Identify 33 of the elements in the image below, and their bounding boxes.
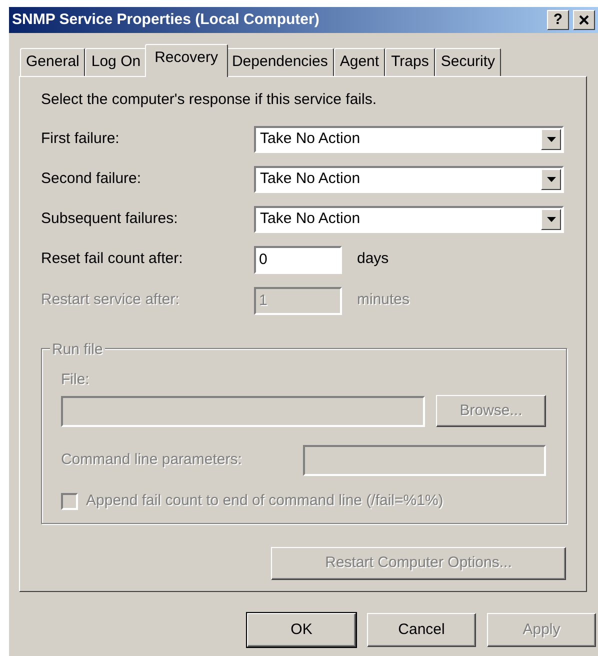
- dropdown[interactable]: Take No Action: [254, 126, 564, 152]
- close-icon: [579, 15, 589, 26]
- dialog-button[interactable]: Cancel: [367, 613, 476, 647]
- parameters-field[interactable]: [303, 445, 546, 476]
- close-button[interactable]: [573, 10, 595, 30]
- field-label: Subsequent failures:: [41, 208, 179, 229]
- dropdown-arrow-icon: [546, 136, 556, 142]
- dropdown-arrow-icon: [546, 216, 556, 222]
- intro-text: Select the computer's response if this service fails.: [41, 90, 378, 110]
- tab[interactable]: Traps: [385, 48, 435, 76]
- checkbox-label: Append fail count to end of command line (/fail=%1%): [86, 491, 444, 511]
- unit-label: minutes: [357, 290, 410, 310]
- tab[interactable]: Log On: [85, 48, 147, 76]
- tab[interactable]: Security: [434, 48, 502, 76]
- dropdown[interactable]: Take No Action: [254, 166, 564, 192]
- dropdown[interactable]: Take No Action: [254, 206, 564, 232]
- number-field[interactable]: 0: [254, 246, 342, 274]
- field-label: First failure:: [41, 128, 120, 149]
- unit-label: days: [357, 249, 389, 270]
- dropdown-arrow-icon: [546, 176, 556, 182]
- window-title: SNMP Service Properties (Local Computer): [12, 10, 320, 30]
- tab[interactable]: Agent: [334, 48, 386, 76]
- tab[interactable]: Dependencies: [226, 48, 334, 76]
- help-button[interactable]: ?: [547, 10, 569, 30]
- file-field[interactable]: [61, 396, 425, 426]
- field-label: Restart service after:: [41, 290, 180, 310]
- tab[interactable]: General: [20, 48, 86, 76]
- field-label: Command line parameters:: [61, 450, 243, 470]
- field-label: Reset fail count after:: [41, 249, 184, 270]
- dialog-button[interactable]: OK: [247, 613, 356, 647]
- field-label: Second failure:: [41, 168, 142, 189]
- field-label: File:: [61, 370, 90, 390]
- tab[interactable]: Recovery: [144, 44, 228, 77]
